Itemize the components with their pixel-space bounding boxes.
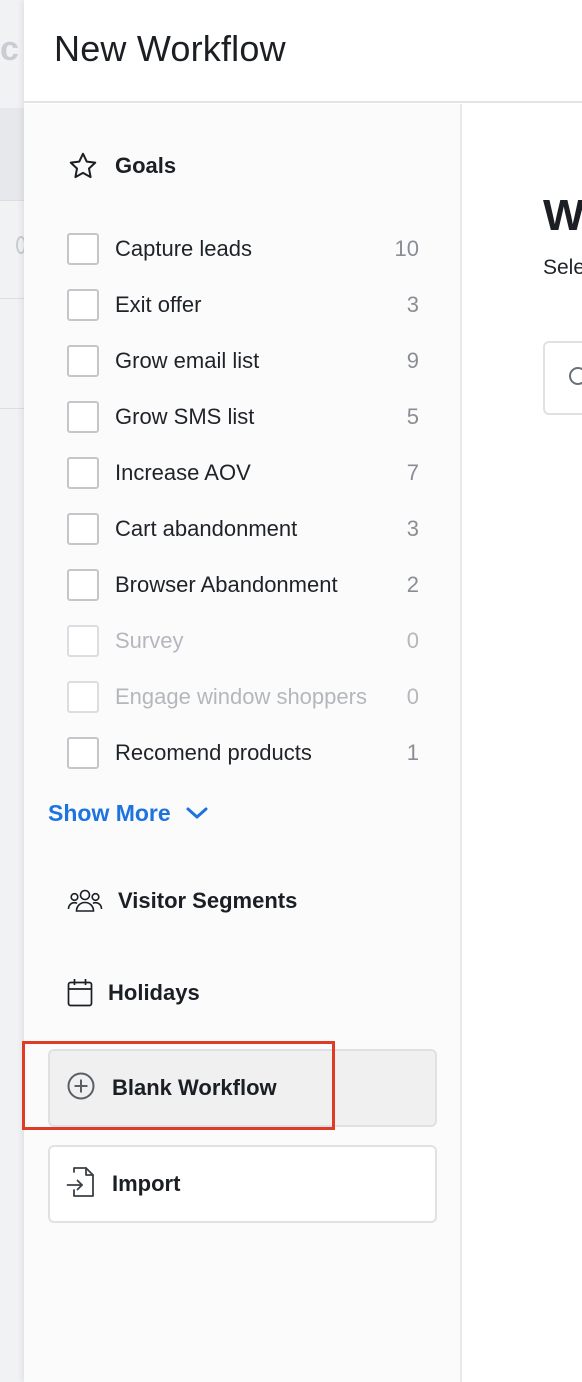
modal-title: New Workflow xyxy=(54,28,286,69)
goals-header: Goals xyxy=(67,150,176,182)
goal-item[interactable]: Increase AOV 7 xyxy=(67,456,419,490)
star-icon xyxy=(67,150,99,182)
templates-title: W xyxy=(543,191,582,240)
goal-count: 5 xyxy=(406,404,419,429)
goal-item[interactable]: Browser Abandonment 2 xyxy=(67,568,419,602)
goal-label: Grow SMS list xyxy=(115,404,255,429)
users-icon xyxy=(67,887,103,915)
background-title-fragment: c xyxy=(0,30,19,68)
goal-label: Exit offer xyxy=(115,292,202,317)
import-icon xyxy=(66,1166,96,1203)
goals-header-label: Goals xyxy=(115,153,177,178)
background-divider xyxy=(0,298,24,299)
goal-label: Browser Abandonment xyxy=(115,572,338,597)
templates-panel: W Sele xyxy=(464,104,582,1382)
goal-item[interactable]: Grow email list 9 xyxy=(67,344,419,378)
goal-label: Capture leads xyxy=(115,236,252,261)
holidays-label: Holidays xyxy=(108,980,200,1005)
goal-checkbox[interactable] xyxy=(67,513,99,545)
goal-item[interactable]: Grow SMS list 5 xyxy=(67,400,419,434)
goal-checkbox[interactable] xyxy=(67,625,99,657)
goal-label: Engage window shoppers xyxy=(115,684,367,709)
goal-item[interactable]: Cart abandonment 3 xyxy=(67,512,419,546)
background-band xyxy=(0,108,24,200)
goal-label: Survey xyxy=(115,628,184,653)
import-label: Import xyxy=(112,1171,181,1196)
goal-label: Cart abandonment xyxy=(115,516,298,541)
background-page: c xyxy=(0,0,26,1382)
workflow-sidebar: Goals Capture leads 10 Exit offer 3 Grow ema… xyxy=(22,104,462,1382)
chevron-down-icon xyxy=(171,800,209,827)
template-search-input[interactable] xyxy=(543,341,582,415)
goal-checkbox[interactable] xyxy=(67,737,99,769)
goal-label: Grow email list xyxy=(115,348,260,373)
goal-count: 7 xyxy=(406,460,419,485)
blank-workflow-label: Blank Workflow xyxy=(112,1075,277,1100)
goal-label: Recomend products xyxy=(115,740,312,765)
visitor-segments-label: Visitor Segments xyxy=(118,888,298,913)
import-button[interactable]: Import xyxy=(48,1145,437,1223)
plus-circle-icon xyxy=(66,1071,96,1106)
goal-item[interactable]: Exit offer 3 xyxy=(67,288,419,322)
goal-count: 1 xyxy=(406,740,419,765)
blank-workflow-button[interactable]: Blank Workflow xyxy=(48,1049,437,1127)
holidays-section[interactable]: Holidays xyxy=(67,978,200,1008)
goal-checkbox[interactable] xyxy=(67,345,99,377)
calendar-icon xyxy=(67,978,93,1008)
goal-count: 0 xyxy=(406,684,419,709)
goal-count: 3 xyxy=(406,292,419,317)
goal-checkbox[interactable] xyxy=(67,401,99,433)
new-workflow-modal: New Workflow Goals Capture leads 10 Exit o… xyxy=(22,0,582,1382)
goal-item[interactable]: Engage window shoppers 0 xyxy=(67,680,419,714)
goal-item[interactable]: Survey 0 xyxy=(67,624,419,658)
goal-checkbox[interactable] xyxy=(67,681,99,713)
templates-subtitle: Sele xyxy=(543,256,582,279)
goal-checkbox[interactable] xyxy=(67,289,99,321)
goal-item[interactable]: Recomend products 1 xyxy=(67,736,419,770)
show-more-label: Show More xyxy=(48,800,171,826)
goal-checkbox[interactable] xyxy=(67,233,99,265)
background-divider xyxy=(0,408,24,409)
modal-header: New Workflow xyxy=(24,0,582,103)
background-divider xyxy=(0,200,24,201)
goal-checkbox[interactable] xyxy=(67,457,99,489)
show-more-button[interactable]: Show More xyxy=(48,800,209,827)
goal-count: 10 xyxy=(394,236,419,261)
visitor-segments-section[interactable]: Visitor Segments xyxy=(67,887,297,915)
goal-label: Increase AOV xyxy=(115,460,251,485)
goal-checkbox[interactable] xyxy=(67,569,99,601)
goal-item[interactable]: Capture leads 10 xyxy=(67,232,419,266)
goal-count: 9 xyxy=(406,348,419,373)
goal-count: 0 xyxy=(406,628,419,653)
goal-count: 3 xyxy=(406,516,419,541)
goal-count: 2 xyxy=(406,572,419,597)
